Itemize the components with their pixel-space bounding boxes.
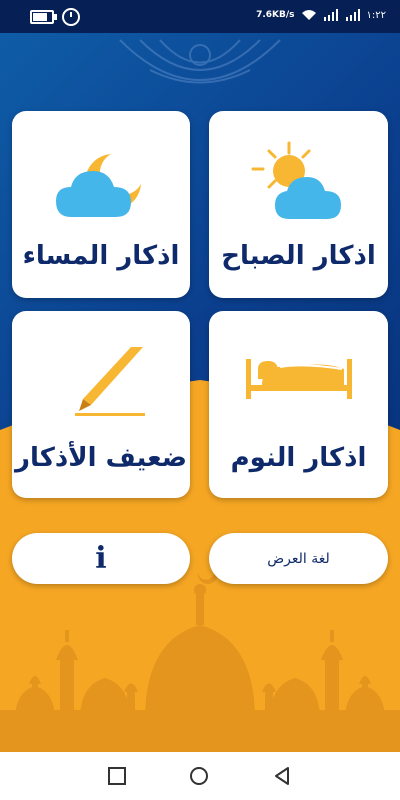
evening-adhkar-card[interactable]: اذكار المساء <box>12 111 190 298</box>
info-icon: i <box>95 541 107 576</box>
morning-adhkar-label: اذكار الصباح <box>221 241 376 271</box>
status-right: 7.6KB/s ١:٢٢ <box>256 9 386 21</box>
circle-icon[interactable] <box>189 766 209 786</box>
evening-adhkar-label: اذكار المساء <box>22 241 180 271</box>
triangle-back-icon[interactable] <box>272 766 292 786</box>
weak-adhkar-label: ضعيف الأذكار <box>15 443 187 473</box>
pen-icon <box>75 347 145 416</box>
battery-level <box>33 13 48 21</box>
wifi-icon <box>301 10 316 20</box>
system-navigation-bar <box>0 752 400 800</box>
sleep-adhkar-label: اذكار النوم <box>230 443 367 473</box>
info-button[interactable]: i <box>12 533 190 584</box>
sleep-adhkar-card[interactable]: اذكار النوم <box>209 311 388 498</box>
clock: ١:٢٢ <box>366 9 386 21</box>
moon-cloud-icon <box>56 154 141 217</box>
net-speed: 7.6KB/s <box>256 10 295 20</box>
bed-icon <box>245 359 352 399</box>
signal-icon-2 <box>345 9 360 21</box>
status-left <box>30 8 80 26</box>
weak-adhkar-card[interactable]: ضعيف الأذكار <box>12 311 190 498</box>
battery-icon <box>30 10 57 24</box>
alarm-icon <box>62 8 80 26</box>
display-language-label: لغة العرض <box>267 550 330 567</box>
display-language-button[interactable]: لغة العرض <box>209 533 388 584</box>
sun-cloud-icon <box>251 141 341 219</box>
morning-adhkar-card[interactable]: اذكار الصباح <box>209 111 388 298</box>
status-bar: 7.6KB/s ١:٢٢ <box>0 0 400 33</box>
app-screen: 7.6KB/s ١:٢٢ اذكار المساء اذكار الصباح ض… <box>0 0 400 752</box>
signal-icon <box>323 9 338 21</box>
ornament-decoration <box>119 39 281 84</box>
square-icon[interactable] <box>107 766 127 786</box>
